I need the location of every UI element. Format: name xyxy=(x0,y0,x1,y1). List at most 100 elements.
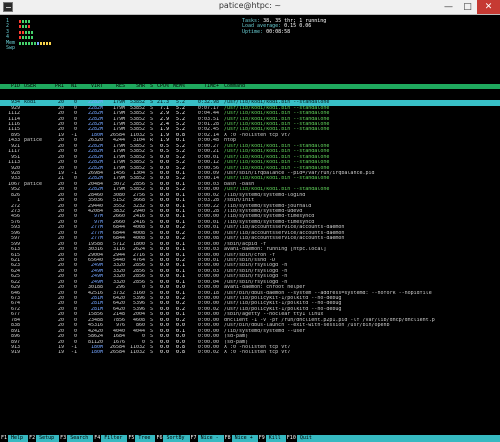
meter-label: Swp xyxy=(6,45,16,52)
column-header[interactable]: PRI xyxy=(50,84,64,89)
meter-segment xyxy=(19,25,21,29)
meter-segment xyxy=(22,30,24,34)
function-key[interactable]: F3 Search xyxy=(59,435,91,442)
meter-segment xyxy=(28,25,30,29)
meter-segment xyxy=(22,20,24,23)
meter-segment xyxy=(43,41,45,45)
function-key-label: Filter xyxy=(104,435,123,441)
function-key-number: F6 xyxy=(155,435,164,442)
function-key[interactable]: F9 Kill xyxy=(257,435,284,442)
process-cell: 0.8 xyxy=(175,350,185,356)
column-header[interactable]: CPU% xyxy=(153,84,169,89)
stat-key: Uptime: xyxy=(242,28,264,35)
meter-segment xyxy=(31,41,33,45)
meter-row: Swp xyxy=(6,45,246,52)
meter-segment xyxy=(25,41,27,45)
column-header[interactable]: SHR xyxy=(125,84,145,89)
process-table[interactable]: PID USER PRI NI VIRT RES SHR S CPU% MEM% TIME+ Comm… xyxy=(0,73,500,367)
process-cell: 11032 xyxy=(129,350,145,356)
column-header[interactable]: VIRT xyxy=(77,84,103,89)
process-cell: 26584 xyxy=(109,350,125,356)
function-key[interactable]: F2 Setup xyxy=(28,435,57,442)
meter-segment xyxy=(19,41,21,45)
meter-segment xyxy=(19,20,21,23)
meter-segment xyxy=(22,41,24,45)
meter-bar xyxy=(19,20,31,23)
function-key-number: F3 xyxy=(59,435,68,442)
process-cell: 919 xyxy=(10,350,20,356)
column-header[interactable]: TIME+ xyxy=(185,84,219,89)
function-key[interactable]: F6 SortBy xyxy=(155,435,187,442)
function-key[interactable]: F1 Help xyxy=(0,435,26,442)
meter-segment xyxy=(31,30,33,34)
function-key[interactable]: F4 Filter xyxy=(93,435,125,442)
function-key[interactable]: F5 Tree xyxy=(127,435,153,442)
stat-line: Uptime: 00:08:58 xyxy=(242,28,482,35)
meter-segment xyxy=(31,36,33,40)
process-cell xyxy=(20,350,50,355)
function-key-number: F10 xyxy=(285,435,297,442)
function-key-number: F2 xyxy=(28,435,37,442)
process-cell: 19 xyxy=(57,350,64,356)
htop-terminal[interactable]: 1 2 3 4 Mem Swp Tasks: 38, 35 thr; 1 running L… xyxy=(0,15,500,442)
function-key-label: SortBy xyxy=(166,435,185,441)
process-cell: 180M xyxy=(90,350,103,356)
terminal-window: patice@htpc: ~ — □ ✕ 1 2 3 4 Mem Swp Tasks: 3… xyxy=(0,0,500,442)
column-header[interactable]: USER xyxy=(20,84,50,89)
function-key-number: F7 xyxy=(189,435,198,442)
function-key[interactable]: F8 Nice + xyxy=(223,435,256,442)
meter-bar xyxy=(19,30,34,34)
function-key-bar[interactable]: F1 Help F2 Setup F3 Search F4 Filter F5 Tree F6 Sor… xyxy=(0,435,500,442)
column-header[interactable]: PID xyxy=(0,84,20,89)
meter-segment xyxy=(49,41,51,45)
process-cell: -1 xyxy=(70,350,77,356)
function-key-label: Nice - xyxy=(200,435,219,441)
meter-segment xyxy=(34,41,36,45)
function-key-number: F8 xyxy=(223,435,232,442)
meter-segment xyxy=(22,25,24,29)
process-table-header: PID USER PRI NI VIRT RES SHR S CPU% MEM% TIME+ Comm… xyxy=(0,83,500,90)
meter-segment xyxy=(19,30,21,34)
window-controls: — □ ✕ xyxy=(439,0,500,14)
function-key-number: F9 xyxy=(257,435,266,442)
function-key-label: Nice + xyxy=(234,435,253,441)
system-stats: Tasks: 38, 35 thr; 1 running Load average… xyxy=(242,18,482,35)
meter-bar xyxy=(19,41,52,45)
meter-bar xyxy=(19,36,34,40)
column-header[interactable]: Command xyxy=(219,84,500,89)
column-header[interactable]: RES xyxy=(103,84,125,89)
meter-segment xyxy=(40,41,42,45)
function-key-number: F4 xyxy=(93,435,102,442)
process-cell: S xyxy=(149,350,153,356)
column-header[interactable]: S xyxy=(145,84,153,89)
close-button[interactable]: ✕ xyxy=(477,0,500,14)
minimize-button[interactable]: — xyxy=(439,0,458,14)
cpu-memory-meters: 1 2 3 4 Mem Swp xyxy=(6,18,246,52)
meter-segment xyxy=(46,41,48,45)
function-key-number: F5 xyxy=(127,435,136,442)
process-cell: 0.0 xyxy=(159,350,169,356)
function-key-label: Kill xyxy=(268,435,281,441)
meter-segment xyxy=(19,36,21,40)
process-row[interactable]: 919 19 -1 180M 26584 11032 S 0.0 0.8 0:00.02 X :0 … xyxy=(0,350,500,355)
maximize-button[interactable]: □ xyxy=(458,0,477,14)
meter-segment xyxy=(25,25,27,29)
meter-segment xyxy=(37,41,39,45)
meter-segment xyxy=(28,30,30,34)
function-key-label: Tree xyxy=(138,435,151,441)
function-key-label: Search xyxy=(70,435,89,441)
function-key-label: Setup xyxy=(39,435,55,441)
meter-segment xyxy=(25,30,27,34)
function-key-label: Help xyxy=(11,435,24,441)
meter-segment xyxy=(25,36,27,40)
window-titlebar[interactable]: patice@htpc: ~ — □ ✕ xyxy=(0,0,500,15)
process-list[interactable]: 934 kodi 20 0 2282M 179M 53852 S 21.3 5.2 0:32.98/… xyxy=(0,100,500,356)
meter-segment xyxy=(28,20,30,23)
column-header[interactable]: MEM% xyxy=(169,84,185,89)
process-cell: 0:00.02 xyxy=(197,350,219,356)
function-key[interactable]: F10 Quit xyxy=(285,435,315,442)
function-key[interactable]: F7 Nice - xyxy=(189,435,222,442)
meter-segment xyxy=(22,36,24,40)
column-header[interactable]: NI xyxy=(64,84,77,89)
meter-segment xyxy=(25,20,27,23)
